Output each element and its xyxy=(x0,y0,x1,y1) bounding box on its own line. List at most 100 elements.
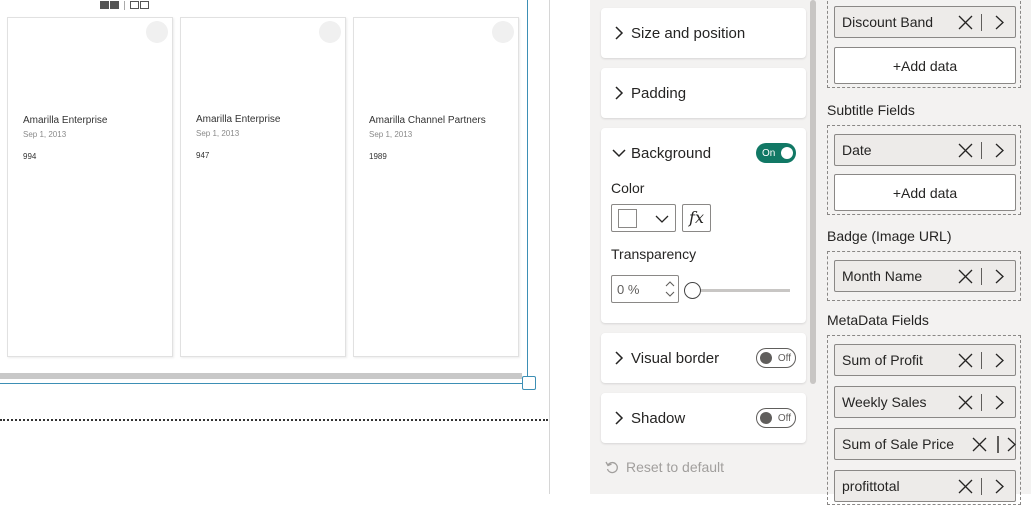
field-label: Sum of Profit xyxy=(842,352,923,368)
section-padding[interactable]: Padding xyxy=(601,68,806,118)
section-header[interactable]: Size and position xyxy=(611,8,745,58)
badge-image-icon xyxy=(492,21,514,43)
well-label: Subtitle Fields xyxy=(827,102,915,118)
field-pill[interactable]: profittotal xyxy=(834,470,1016,502)
resize-handle[interactable] xyxy=(522,376,536,390)
close-icon[interactable] xyxy=(972,437,987,452)
list-view-icon[interactable] xyxy=(130,1,139,9)
field-pill[interactable]: Discount Band xyxy=(834,6,1016,38)
card-metadata: 1989 xyxy=(369,152,387,161)
horizontal-scrollbar[interactable] xyxy=(0,373,522,379)
field-pill[interactable]: Sum of Profit xyxy=(834,344,1016,376)
field-label: Discount Band xyxy=(842,14,934,30)
section-header[interactable]: Shadow xyxy=(611,393,685,443)
reset-to-default-button[interactable]: Reset to default xyxy=(604,459,724,475)
fx-icon[interactable]: fx xyxy=(682,204,711,232)
card-subtitle: Sep 1, 2013 xyxy=(369,130,413,139)
color-label: Color xyxy=(611,180,645,196)
card-title: Amarilla Channel Partners xyxy=(369,115,486,126)
layout-toggle[interactable] xyxy=(100,0,149,10)
section-header[interactable]: Visual border xyxy=(611,333,719,383)
chevron-right-icon[interactable] xyxy=(992,269,1007,284)
color-picker[interactable] xyxy=(611,204,676,232)
add-data-button[interactable]: +Add data xyxy=(834,47,1016,84)
title-fields-well[interactable]: Discount Band +Add data xyxy=(827,0,1021,88)
chevron-right-icon[interactable] xyxy=(992,353,1007,368)
close-icon[interactable] xyxy=(958,353,973,368)
report-canvas[interactable]: Amarilla Enterprise Sep 1, 2013 994 Amar… xyxy=(0,0,550,494)
close-icon[interactable] xyxy=(958,269,973,284)
card-item[interactable]: Amarilla Enterprise Sep 1, 2013 947 xyxy=(180,17,346,357)
pill-divider xyxy=(981,394,982,411)
transparency-slider-thumb[interactable] xyxy=(684,282,701,299)
list-view-icon[interactable] xyxy=(140,1,149,9)
close-icon[interactable] xyxy=(958,395,973,410)
badge-image-icon xyxy=(146,21,168,43)
chevron-right-icon[interactable] xyxy=(992,143,1007,158)
section-title: Background xyxy=(631,144,712,162)
close-icon[interactable] xyxy=(958,15,973,30)
field-label: Month Name xyxy=(842,268,923,284)
badge-well[interactable]: Month Name xyxy=(827,251,1021,301)
chevron-right-icon xyxy=(615,351,624,365)
shadow-toggle[interactable]: Off xyxy=(756,408,796,428)
background-toggle[interactable]: On xyxy=(756,143,796,163)
section-shadow[interactable]: Shadow Off xyxy=(601,393,806,443)
color-swatch xyxy=(618,209,637,228)
card-item[interactable]: Amarilla Channel Partners Sep 1, 2013 19… xyxy=(353,17,519,357)
section-header[interactable]: Background xyxy=(611,128,711,178)
card-title: Amarilla Enterprise xyxy=(23,115,108,126)
section-title: Shadow xyxy=(631,409,686,427)
card-subtitle: Sep 1, 2013 xyxy=(196,129,240,138)
field-pill[interactable]: Date xyxy=(834,134,1016,166)
chevron-right-icon[interactable] xyxy=(992,479,1007,494)
spinner-arrows-icon[interactable] xyxy=(664,278,676,300)
field-label: Weekly Sales xyxy=(842,394,927,410)
toggle-label: Off xyxy=(777,412,791,424)
card-item[interactable]: Amarilla Enterprise Sep 1, 2013 994 xyxy=(7,17,173,357)
chevron-right-icon[interactable] xyxy=(992,15,1007,30)
card-subtitle: Sep 1, 2013 xyxy=(23,130,67,139)
field-pill[interactable]: Weekly Sales xyxy=(834,386,1016,418)
section-visual-border[interactable]: Visual border Off xyxy=(601,333,806,383)
card-metadata: 994 xyxy=(23,152,37,161)
section-size-position[interactable]: Size and position xyxy=(601,8,806,58)
field-label: Date xyxy=(842,142,872,158)
chevron-right-icon[interactable] xyxy=(1004,437,1019,452)
metadata-well[interactable]: Sum of Profit Weekly Sales Sum of Sale P… xyxy=(827,335,1021,505)
transparency-slider-track[interactable] xyxy=(697,289,790,292)
field-pill[interactable]: Month Name xyxy=(834,260,1016,292)
section-title: Size and position xyxy=(631,24,746,42)
page-boundary-line xyxy=(0,419,548,421)
section-header[interactable]: Padding xyxy=(611,68,686,118)
pill-divider xyxy=(981,352,982,369)
toggle-separator xyxy=(124,0,125,10)
add-data-button[interactable]: +Add data xyxy=(834,174,1016,211)
badge-image-icon xyxy=(319,21,341,43)
close-icon[interactable] xyxy=(958,143,973,158)
format-pane: Size and position Padding Background On … xyxy=(590,0,817,494)
toggle-label: Off xyxy=(777,352,791,364)
chevron-right-icon xyxy=(615,86,624,100)
field-label: profittotal xyxy=(842,478,900,494)
transparency-input[interactable]: 0 % xyxy=(611,275,679,303)
well-label: MetaData Fields xyxy=(827,312,929,328)
card-title: Amarilla Enterprise xyxy=(196,114,281,125)
format-pane-scrollbar[interactable] xyxy=(810,0,816,384)
close-icon[interactable] xyxy=(958,479,973,494)
toggle-knob xyxy=(760,352,772,364)
chevron-right-icon xyxy=(615,411,624,425)
pill-divider xyxy=(997,436,999,453)
pill-divider xyxy=(981,14,982,31)
grid-view-icon[interactable] xyxy=(110,1,119,9)
grid-view-icon[interactable] xyxy=(100,1,109,9)
chevron-right-icon xyxy=(615,26,624,40)
subtitle-fields-well[interactable]: Date +Add data xyxy=(827,125,1021,215)
transparency-label: Transparency xyxy=(611,246,697,262)
pill-divider xyxy=(981,478,982,495)
toggle-knob xyxy=(781,147,793,159)
field-pill[interactable]: Sum of Sale Price xyxy=(834,428,1016,460)
reset-label: Reset to default xyxy=(626,459,725,475)
chevron-right-icon[interactable] xyxy=(992,395,1007,410)
visual-border-toggle[interactable]: Off xyxy=(756,348,796,368)
